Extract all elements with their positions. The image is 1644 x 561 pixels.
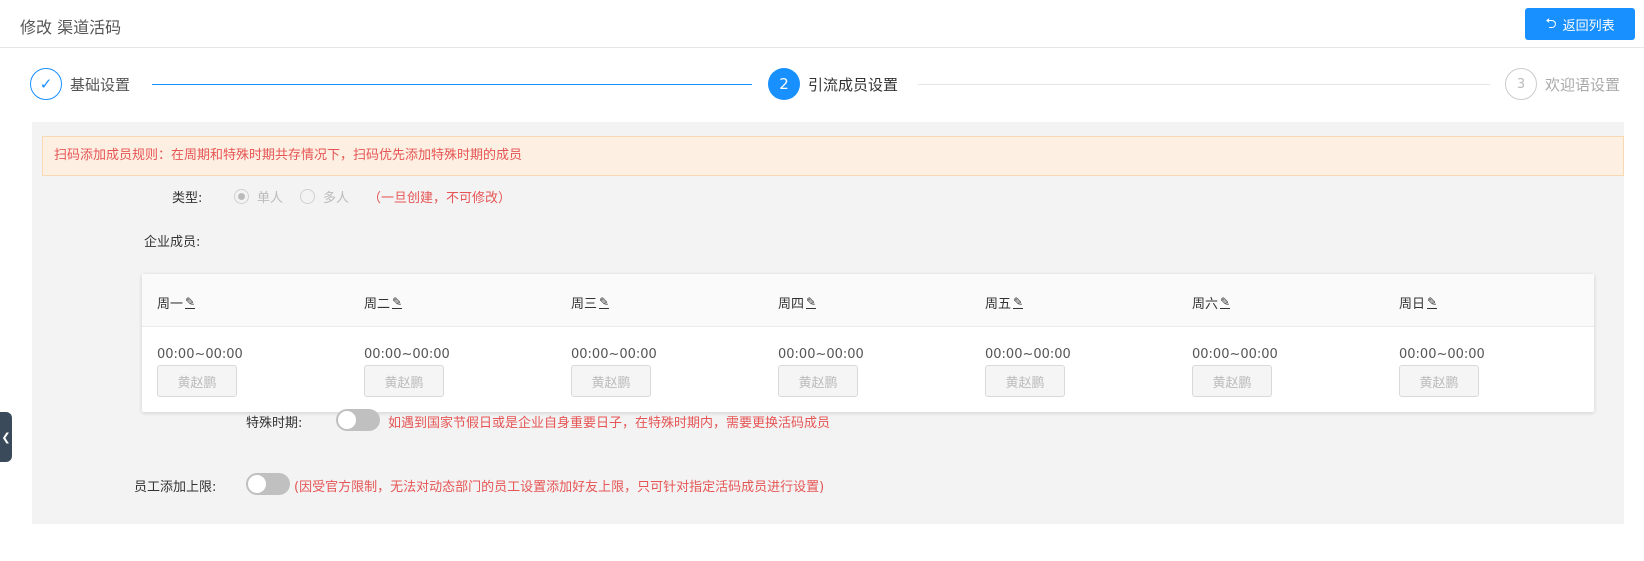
step-title: 欢迎语设置 [1545,75,1621,94]
step-basic-settings[interactable]: ✓ 基础设置 [30,68,130,100]
time-range: 00:00~00:00 [1192,347,1278,362]
rule-alert: 扫码添加成员规则：在周期和特殊时期共存情况下，扫码优先添加特殊时期的成员 [42,136,1624,176]
time-range: 00:00~00:00 [571,347,657,362]
back-to-list-button[interactable]: ⮌ 返回列表 [1525,8,1635,40]
day-header[interactable]: 周三 ✎ [571,293,610,312]
radio-multiple[interactable]: 多人 [300,187,349,206]
day-label: 周四 [778,297,805,312]
member-tag[interactable]: 黄赵鹏 [985,365,1065,397]
schedule-column: 周日 ✎ 00:00~00:00 黄赵鹏 [1384,274,1591,412]
type-label: 类型: [172,191,203,206]
member-tag[interactable]: 黄赵鹏 [157,365,237,397]
step-number: 2 [768,68,800,100]
add-limit-switch[interactable] [246,473,290,495]
step-number: 3 [1505,68,1537,100]
schedule-column: 周四 ✎ 00:00~00:00 黄赵鹏 [763,274,970,412]
edit-icon[interactable]: ✎ [392,296,403,309]
member-tag[interactable]: 黄赵鹏 [571,365,651,397]
step-title: 引流成员设置 [808,75,899,94]
day-header[interactable]: 周日 ✎ [1399,293,1438,312]
radio-icon [234,189,249,204]
special-period-switch[interactable] [336,409,380,431]
day-header[interactable]: 周一 ✎ [157,293,196,312]
day-label: 周一 [157,297,184,312]
type-note: （一旦创建，不可修改） [368,191,512,206]
step-welcome-settings[interactable]: 3 欢迎语设置 [1505,68,1620,100]
day-header[interactable]: 周五 ✎ [985,293,1024,312]
day-label: 周日 [1399,297,1426,312]
time-range: 00:00~00:00 [1399,347,1485,362]
radio-single[interactable]: 单人 [234,187,283,206]
member-tag[interactable]: 黄赵鹏 [1399,365,1479,397]
step-connector [152,84,752,85]
edit-icon[interactable]: ✎ [1220,296,1231,309]
edit-icon[interactable]: ✎ [1427,296,1438,309]
schedule-column: 周五 ✎ 00:00~00:00 黄赵鹏 [970,274,1177,412]
page-header: 修改 渠道活码 ⮌ 返回列表 [0,0,1644,48]
special-period-label: 特殊时期: [246,416,303,431]
member-tag[interactable]: 黄赵鹏 [364,365,444,397]
schedule-column: 周一 ✎ 00:00~00:00 黄赵鹏 [142,274,349,412]
day-header[interactable]: 周六 ✎ [1192,293,1231,312]
chevron-left-icon: ❮ [1,430,11,444]
members-label: 企业成员: [144,235,201,250]
radio-label: 单人 [257,191,284,206]
schedule-column: 周二 ✎ 00:00~00:00 黄赵鹏 [349,274,556,412]
back-to-list-label: 返回列表 [1562,18,1615,34]
step-member-settings[interactable]: 2 引流成员设置 [768,68,898,100]
time-range: 00:00~00:00 [364,347,450,362]
schedule-column: 周六 ✎ 00:00~00:00 黄赵鹏 [1177,274,1384,412]
day-header[interactable]: 周四 ✎ [778,293,817,312]
collapse-sidebar-handle[interactable]: ❮ [0,412,12,462]
return-icon: ⮌ [1545,16,1557,32]
day-label: 周五 [985,297,1012,312]
day-label: 周二 [364,297,391,312]
member-tag[interactable]: 黄赵鹏 [778,365,858,397]
day-label: 周六 [1192,297,1219,312]
member-tag[interactable]: 黄赵鹏 [1192,365,1272,397]
schedule-table: 周一 ✎ 00:00~00:00 黄赵鹏 周二 ✎ 00:00~00:00 黄赵鹏 … [142,274,1594,412]
page-title: 修改 渠道活码 [20,18,122,37]
step-title: 基础设置 [70,75,131,94]
add-limit-note: (因受官方限制，无法对动态部门的员工设置添加好友上限，只可针对指定活码成员进行设… [294,480,825,495]
form-panel: 扫码添加成员规则：在周期和特殊时期共存情况下，扫码优先添加特殊时期的成员 类型:… [32,122,1624,524]
time-range: 00:00~00:00 [778,347,864,362]
steps-bar: ✓ 基础设置 2 引流成员设置 3 欢迎语设置 [0,48,1644,120]
add-limit-label: 员工添加上限: [134,480,217,495]
edit-icon[interactable]: ✎ [1013,296,1024,309]
time-range: 00:00~00:00 [985,347,1071,362]
day-header[interactable]: 周二 ✎ [364,293,403,312]
day-label: 周三 [571,297,598,312]
special-period-note: 如遇到国家节假日或是企业自身重要日子，在特殊时期内，需要更换活码成员 [388,416,831,431]
edit-icon[interactable]: ✎ [806,296,817,309]
edit-icon[interactable]: ✎ [599,296,610,309]
radio-icon [300,189,315,204]
step-connector [918,84,1490,85]
time-range: 00:00~00:00 [157,347,243,362]
check-icon: ✓ [30,68,62,100]
radio-label: 多人 [323,191,350,206]
schedule-column: 周三 ✎ 00:00~00:00 黄赵鹏 [556,274,763,412]
edit-icon[interactable]: ✎ [185,296,196,309]
